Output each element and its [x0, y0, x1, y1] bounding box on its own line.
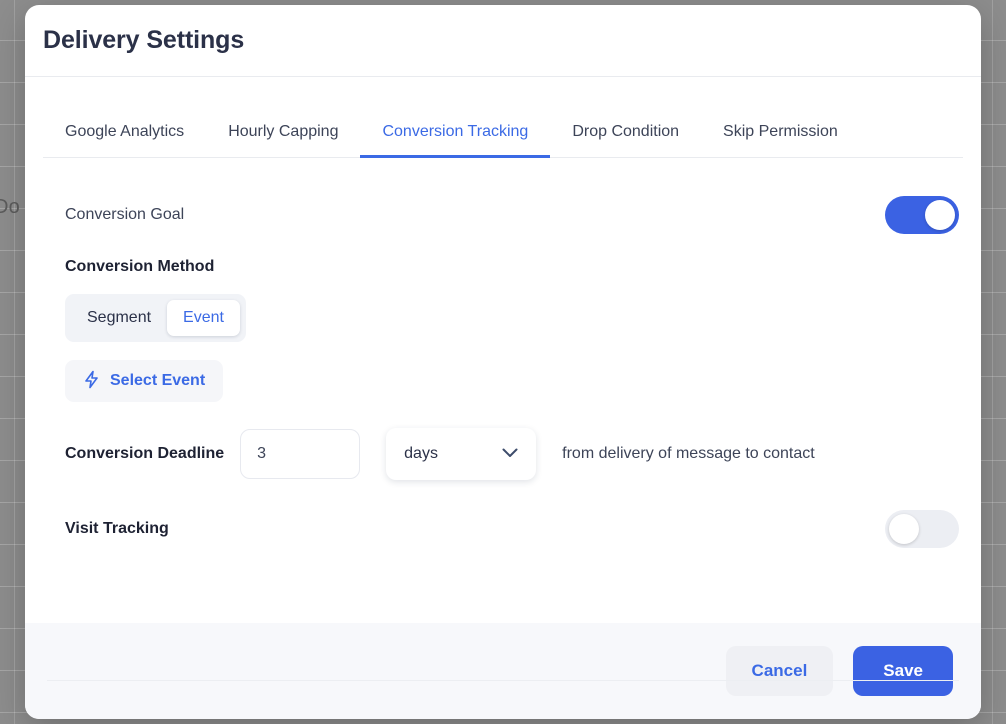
tab-skip-permission[interactable]: Skip Permission — [701, 123, 860, 157]
segment-option-segment[interactable]: Segment — [71, 300, 167, 336]
tab-drop-condition[interactable]: Drop Condition — [550, 123, 701, 157]
segment-option-event[interactable]: Event — [167, 300, 240, 336]
conversion-deadline-unit-select[interactable]: days — [386, 428, 537, 480]
visit-tracking-label: Visit Tracking — [65, 520, 169, 537]
conversion-goal-row: Conversion Goal — [43, 194, 963, 236]
dialog-footer: Cancel Save — [25, 623, 981, 719]
backdrop-obscured-text: Do — [0, 196, 20, 218]
body-divider — [47, 680, 959, 681]
page-title: Delivery Settings — [43, 26, 245, 54]
save-button[interactable]: Save — [853, 646, 953, 696]
conversion-deadline-trailing-text: from delivery of message to contact — [562, 445, 815, 462]
tab-hourly-capping[interactable]: Hourly Capping — [206, 123, 360, 157]
conversion-deadline-unit-value: days — [404, 445, 438, 462]
tab-google-analytics[interactable]: Google Analytics — [43, 123, 206, 157]
conversion-method-segmented-control: Segment Event — [65, 294, 246, 342]
toggle-knob — [889, 514, 919, 544]
delivery-settings-dialog: Delivery Settings Google Analytics Hourl… — [25, 5, 981, 719]
chevron-down-icon — [502, 445, 518, 463]
visit-tracking-toggle[interactable] — [885, 510, 959, 548]
conversion-deadline-label: Conversion Deadline — [65, 445, 225, 462]
toggle-knob — [925, 200, 955, 230]
select-event-wrap: Select Event — [43, 360, 963, 402]
cancel-button[interactable]: Cancel — [725, 646, 834, 696]
conversion-deadline-input[interactable] — [240, 429, 361, 479]
conversion-goal-label: Conversion Goal — [65, 206, 185, 223]
visit-tracking-row: Visit Tracking — [43, 508, 963, 550]
lightning-bolt-icon — [83, 370, 100, 392]
conversion-method-control-wrap: Segment Event — [43, 294, 963, 342]
tab-conversion-tracking[interactable]: Conversion Tracking — [360, 123, 551, 158]
select-event-button-label: Select Event — [110, 372, 206, 389]
dialog-header: Delivery Settings — [25, 5, 981, 77]
settings-tablist: Google Analytics Hourly Capping Conversi… — [43, 83, 963, 158]
conversion-method-row: Conversion Method — [43, 258, 963, 276]
dialog-body: Google Analytics Hourly Capping Conversi… — [25, 77, 981, 681]
conversion-goal-toggle[interactable] — [885, 196, 959, 234]
select-event-button[interactable]: Select Event — [65, 360, 224, 402]
conversion-method-label: Conversion Method — [65, 258, 215, 275]
conversion-deadline-row: Conversion Deadline days from delivery o… — [43, 428, 963, 480]
